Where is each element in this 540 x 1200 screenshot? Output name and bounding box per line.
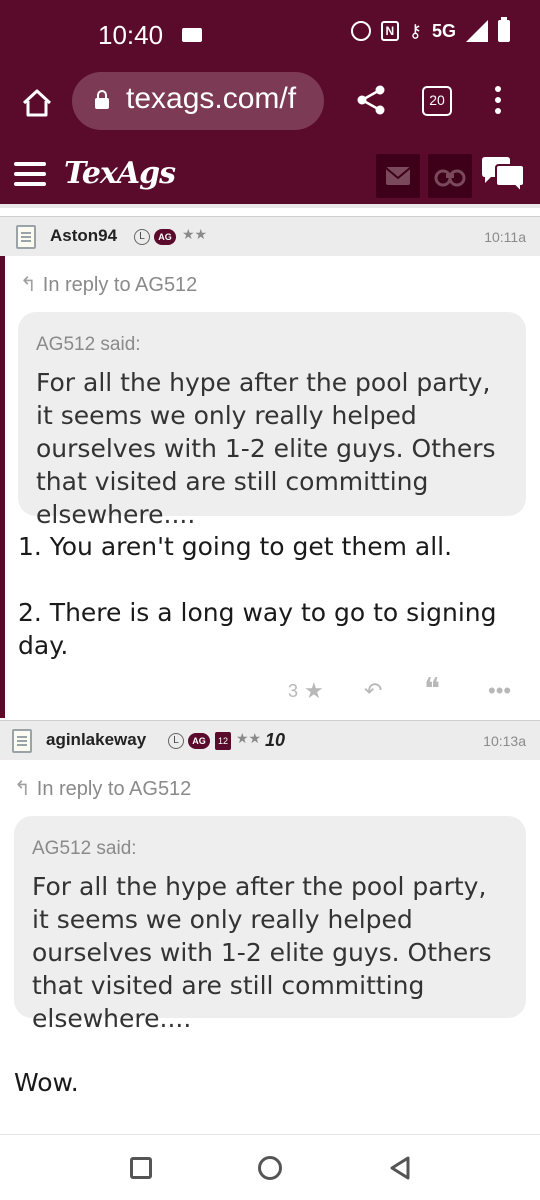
share-icon[interactable] bbox=[356, 84, 386, 116]
post-actions: 3 ★ ↶ ❝ ••• bbox=[0, 672, 540, 712]
nfc-icon: N bbox=[380, 21, 399, 41]
lock-icon bbox=[95, 90, 109, 109]
quote-text: For all the hype after the pool party, i… bbox=[36, 368, 496, 529]
username[interactable]: Aston94 bbox=[50, 226, 117, 246]
badge-l: L bbox=[134, 229, 150, 245]
post-time: 10:13a bbox=[483, 733, 526, 749]
binoculars-icon bbox=[434, 169, 466, 187]
address-bar[interactable]: texags.com/f bbox=[72, 72, 324, 130]
badge-ag: AG bbox=[154, 229, 176, 245]
post-document-icon bbox=[16, 225, 36, 249]
reply-arrow-icon: ↰ bbox=[20, 274, 37, 296]
post-accent-bar bbox=[0, 216, 5, 718]
badge-ag: AG bbox=[188, 733, 210, 749]
reply-to-link[interactable]: ↰ In reply to AG512 bbox=[20, 272, 197, 297]
tab-switcher-button[interactable]: 20 bbox=[422, 86, 452, 116]
recents-button[interactable] bbox=[130, 1157, 152, 1179]
post: Aston94 L AG ★★ 10:11a bbox=[0, 216, 540, 256]
post-body: Wow. bbox=[14, 1068, 79, 1097]
status-time: 10:40 bbox=[98, 20, 164, 50]
hamburger-icon[interactable] bbox=[14, 162, 46, 186]
browser-toolbar: texags.com/f 20 bbox=[0, 70, 540, 140]
network-type: 5G bbox=[431, 20, 456, 41]
quote-box: AG512 said: For all the hype after the p… bbox=[14, 816, 526, 1033]
status-icons: N ⚷ 5G bbox=[350, 17, 510, 42]
chat-icon[interactable] bbox=[480, 156, 526, 196]
quote-author: AG512 said: bbox=[32, 838, 137, 859]
key-icon: ⚷ bbox=[408, 20, 422, 41]
quote-icon[interactable]: ❝ bbox=[424, 672, 440, 707]
alarm-icon bbox=[350, 21, 371, 41]
status-bar: 10:40 N ⚷ 5G bbox=[0, 0, 540, 70]
star-icon[interactable]: ★ bbox=[304, 678, 324, 704]
like-count: 3 bbox=[288, 681, 299, 701]
post-header: Aston94 L AG ★★ 10:11a bbox=[0, 216, 540, 256]
site-logo[interactable]: TexAgs bbox=[64, 156, 176, 191]
reply-to-text: In reply to AG512 bbox=[36, 778, 192, 800]
quote-text: For all the hype after the pool party, i… bbox=[32, 872, 492, 1033]
mail-icon bbox=[385, 167, 411, 185]
post-document-icon bbox=[12, 729, 32, 753]
home-button[interactable] bbox=[258, 1156, 282, 1180]
quote-author: AG512 said: bbox=[36, 334, 141, 355]
signal-icon bbox=[466, 20, 488, 42]
badge-year: 12 bbox=[215, 732, 231, 750]
messages-button[interactable] bbox=[376, 154, 420, 198]
reply-icon[interactable]: ↶ bbox=[364, 678, 382, 704]
home-icon[interactable] bbox=[20, 86, 54, 120]
post-time: 10:11a bbox=[484, 229, 526, 245]
reply-arrow-icon: ↰ bbox=[14, 778, 31, 800]
post: aginlakeway L AG 12 ★★ 10 10:13a bbox=[0, 720, 540, 760]
reply-to-text: In reply to AG512 bbox=[42, 274, 198, 296]
watchlist-button[interactable] bbox=[428, 154, 472, 198]
rank-stars: ★★ bbox=[182, 227, 208, 243]
site-header: TexAgs bbox=[0, 140, 540, 208]
reply-to-link[interactable]: ↰ In reply to AG512 bbox=[14, 776, 191, 801]
post-body-line-2: 2. There is a long way to go to signing … bbox=[18, 598, 497, 660]
android-nav-bar bbox=[0, 1134, 540, 1200]
badge-l: L bbox=[168, 733, 184, 749]
back-button[interactable] bbox=[388, 1155, 412, 1181]
overflow-menu-icon[interactable] bbox=[488, 86, 508, 116]
gmail-notification-icon bbox=[182, 28, 202, 42]
rank-stars: ★★ bbox=[236, 731, 262, 747]
quote-box: AG512 said: For all the hype after the p… bbox=[18, 312, 526, 529]
post-body-line-1: 1. You aren't going to get them all. bbox=[18, 532, 453, 561]
more-icon[interactable]: ••• bbox=[488, 678, 511, 704]
url-text: texags.com/f bbox=[126, 82, 297, 115]
post-header: aginlakeway L AG 12 ★★ 10 10:13a bbox=[0, 720, 540, 760]
username[interactable]: aginlakeway bbox=[46, 730, 146, 750]
battery-icon bbox=[498, 17, 510, 42]
badge-10: 10 bbox=[265, 730, 286, 750]
